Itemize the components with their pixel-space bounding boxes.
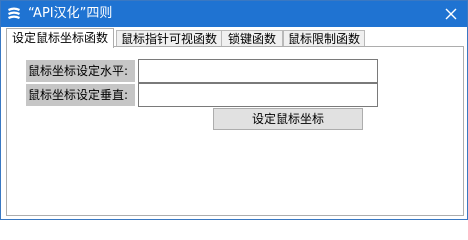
app-window: “API汉化”四则 设定鼠标坐标函数 鼠标指针可视函数 锁键函数 鼠标限制函数 … — [0, 0, 468, 220]
tab-set-mouse-coords[interactable]: 设定鼠标坐标函数 — [6, 28, 114, 48]
vertical-coord-input[interactable] — [138, 83, 378, 107]
horizontal-coord-label: 鼠标坐标设定水平: — [26, 60, 135, 82]
tab-strip: 设定鼠标坐标函数 鼠标指针可视函数 锁键函数 鼠标限制函数 — [6, 28, 464, 48]
window-title: “API汉化”四则 — [28, 6, 113, 21]
title-bar[interactable]: “API汉化”四则 — [1, 1, 467, 27]
tab-panel-set-mouse-coords: 鼠标坐标设定水平: 鼠标坐标设定垂直: — [6, 46, 464, 216]
vertical-coord-label: 鼠标坐标设定垂直: — [26, 84, 135, 106]
app-logo-icon — [6, 6, 22, 22]
set-mouse-coords-button[interactable]: 设定鼠标坐标 — [213, 108, 363, 130]
tab-mouse-cursor-visibility[interactable]: 鼠标指针可视函数 — [116, 30, 222, 47]
tab-lock-keys[interactable]: 锁键函数 — [221, 30, 283, 47]
tab-mouse-restrict[interactable]: 鼠标限制函数 — [283, 30, 365, 47]
close-button[interactable] — [439, 4, 463, 24]
horizontal-coord-input[interactable] — [138, 59, 378, 83]
close-icon — [445, 8, 457, 20]
